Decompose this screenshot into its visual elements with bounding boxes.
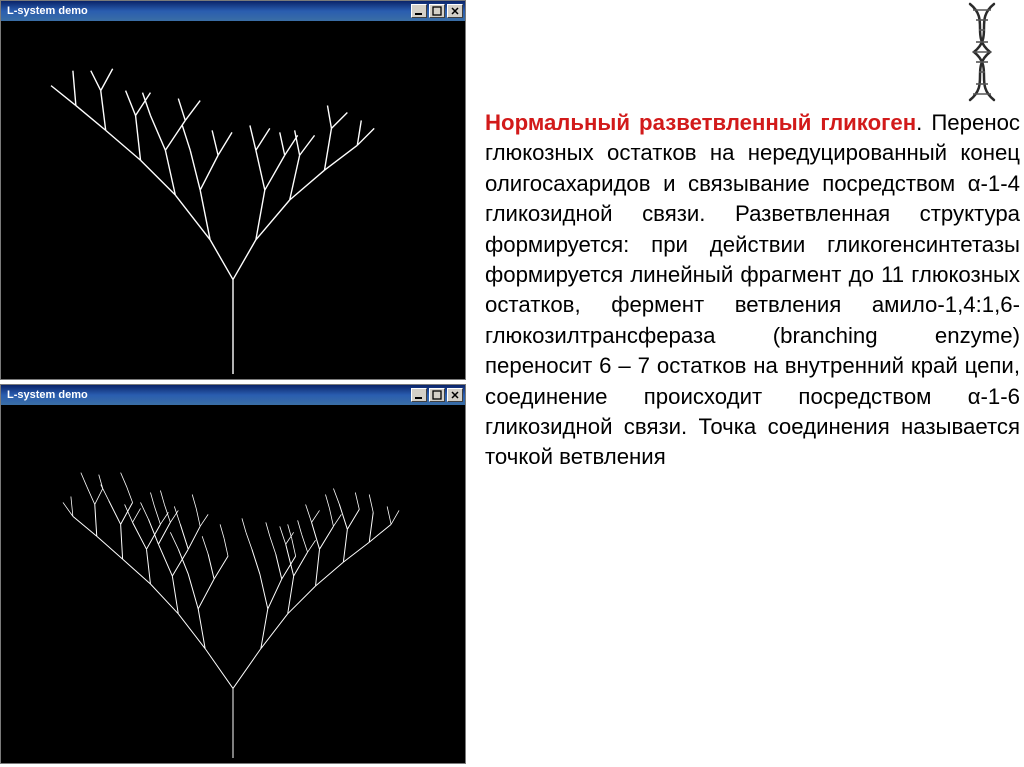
minimize-icon [414, 390, 424, 400]
close-icon [450, 390, 460, 400]
description-body: . Перенос глюкозных остатков на нередуци… [485, 110, 1020, 469]
minimize-icon [414, 6, 424, 16]
maximize-button[interactable] [429, 4, 445, 18]
titlebar-bottom: L-system demo [1, 385, 465, 405]
maximize-button[interactable] [429, 388, 445, 402]
close-icon [450, 6, 460, 16]
close-button[interactable] [447, 388, 463, 402]
description-heading: Нормальный разветвленный гликоген [485, 110, 916, 135]
titlebar-top: L-system demo [1, 1, 465, 21]
minimize-button[interactable] [411, 388, 427, 402]
description-text: Нормальный разветвленный гликоген. Перен… [485, 108, 1020, 473]
minimize-button[interactable] [411, 4, 427, 18]
window-bottom: L-system demo [0, 384, 466, 764]
lsystem-tree-sparse [1, 21, 465, 379]
maximize-icon [432, 390, 442, 400]
canvas-bottom [1, 405, 465, 763]
canvas-top [1, 21, 465, 379]
window-title: L-system demo [7, 5, 88, 17]
dna-helix-illustration [962, 0, 1002, 110]
content-column: Нормальный разветвленный гликоген. Перен… [485, 0, 1020, 767]
lsystem-tree-dense [1, 405, 465, 763]
maximize-icon [432, 6, 442, 16]
window-title: L-system demo [7, 389, 88, 401]
screenshots-column: L-system demo [0, 0, 472, 767]
window-top: L-system demo [0, 0, 466, 380]
close-button[interactable] [447, 4, 463, 18]
